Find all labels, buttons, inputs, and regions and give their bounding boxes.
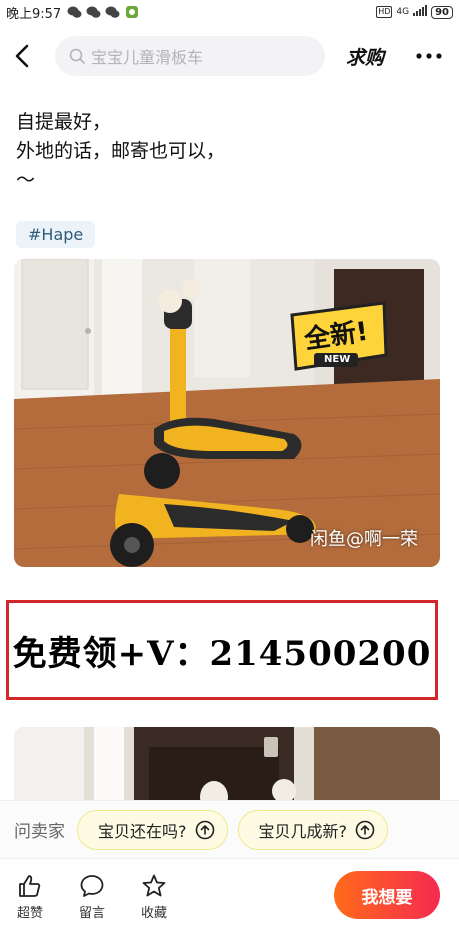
quick-question-chip[interactable]: 宝贝几成新?	[237, 809, 388, 850]
search-icon	[69, 48, 85, 64]
product-photo-2[interactable]	[14, 727, 440, 807]
wechat-icon	[105, 6, 120, 19]
ask-seller-bar: 问卖家 宝贝还在吗? 宝贝几成新?	[0, 800, 459, 858]
want-button[interactable]: 我想要	[334, 871, 440, 919]
hashtag[interactable]: #Hape	[16, 221, 96, 248]
status-right: HD 4G 90	[376, 5, 453, 19]
battery-indicator: 90	[431, 5, 453, 19]
search-placeholder: 宝宝儿童滑板车	[91, 48, 204, 67]
product-photo[interactable]: 全新! NEW 闲鱼@啊一荣	[14, 259, 440, 567]
status-bar: 晚上9:57 HD 4G 90	[0, 0, 459, 24]
promo-box: 免费领+V：214500200	[6, 600, 438, 700]
item-description: 自提最好， 外地的话，邮寄也可以， ～	[16, 111, 226, 191]
wechat-icon	[67, 6, 82, 19]
chip-label: 宝贝还在吗?	[98, 821, 187, 841]
arrow-up-circle-icon	[195, 820, 214, 839]
status-time: 晚上9:57	[6, 6, 62, 22]
promo-text: 免费领+V：214500200	[12, 633, 432, 674]
comment-bubble-icon	[80, 875, 104, 897]
quick-question-chip[interactable]: 宝贝还在吗?	[77, 809, 228, 850]
comment-label: 留言	[78, 906, 105, 921]
like-button[interactable]: 超赞	[8, 873, 52, 921]
wechat-icon	[86, 6, 101, 19]
chevron-left-icon	[15, 44, 29, 68]
signal-icon	[413, 5, 428, 19]
top-nav: 宝宝儿童滑板车 求购	[0, 34, 459, 78]
new-sticker: 全新! NEW	[286, 299, 392, 375]
app-notification-icon	[124, 6, 139, 19]
arrow-up-circle-icon	[355, 820, 375, 839]
hd-badge: HD	[376, 6, 393, 18]
favorite-label: 收藏	[140, 906, 167, 921]
chip-label: 宝贝几成新?	[258, 821, 348, 841]
watermark: 闲鱼@啊一荣	[310, 529, 418, 550]
back-button[interactable]	[0, 34, 44, 78]
star-icon	[142, 874, 166, 897]
thumbs-up-icon	[19, 875, 41, 897]
comment-button[interactable]: 留言	[70, 873, 114, 921]
more-button[interactable]	[412, 44, 446, 68]
network-label: 4G	[396, 7, 410, 17]
sticker-sub: NEW	[324, 354, 351, 365]
like-label: 超赞	[16, 906, 43, 921]
favorite-button[interactable]: 收藏	[132, 873, 176, 921]
search-input[interactable]: 宝宝儿童滑板车	[55, 36, 325, 76]
more-dots-icon	[416, 53, 442, 59]
ask-seller-label: 问卖家	[14, 822, 65, 842]
qiugou-button[interactable]: 求购	[346, 43, 384, 70]
bottom-action-bar: 超赞 留言 收藏 我想要	[0, 858, 459, 928]
